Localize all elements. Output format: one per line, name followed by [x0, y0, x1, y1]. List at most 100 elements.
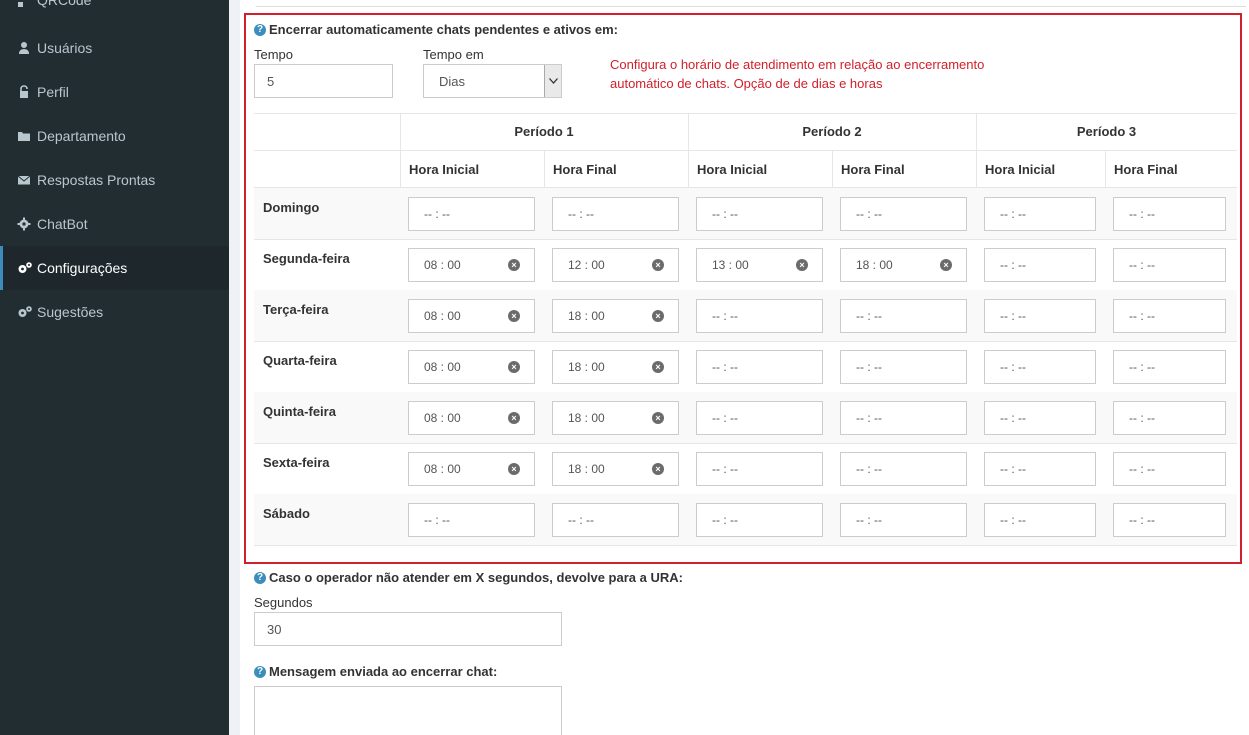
time-input[interactable]: 08 : 00 × [408, 248, 535, 282]
divider [400, 113, 401, 187]
close-message-textarea[interactable] [254, 686, 562, 735]
time-input[interactable]: -- : -- [984, 248, 1096, 282]
day-label: Quarta-feira [263, 353, 337, 368]
clear-icon[interactable]: × [508, 259, 520, 271]
time-input[interactable]: -- : -- [840, 401, 967, 435]
sidebar-item-label: Perfil [37, 84, 69, 100]
question-icon[interactable]: ? [254, 23, 266, 36]
question-icon[interactable]: ? [254, 571, 266, 584]
sidebar-item-label: QRCode [37, 0, 92, 8]
sidebar-item-usuarios[interactable]: Usuários [0, 26, 229, 70]
time-input[interactable]: -- : -- [1113, 248, 1226, 282]
chevron-down-icon[interactable] [544, 65, 561, 97]
sidebar-item-departamento[interactable]: Departamento [0, 114, 229, 158]
auto-close-title: ? Encerrar automaticamente chats pendent… [254, 22, 618, 37]
time-input[interactable]: 12 : 00 × [552, 248, 679, 282]
sidebar-item-label: Departamento [37, 128, 126, 144]
period-header: Período 3 [1076, 124, 1137, 139]
table-row: Quinta-feira 08 : 00 × 18 : 00 × -- : -- -- : … [254, 392, 1237, 443]
segundos-input[interactable]: 30 [254, 612, 562, 646]
qrcode-icon [17, 0, 31, 8]
time-input[interactable]: 08 : 00 × [408, 299, 535, 333]
clear-icon[interactable]: × [652, 259, 664, 271]
time-input[interactable]: -- : -- [552, 197, 679, 231]
time-column-header: Hora Inicial [985, 162, 1056, 177]
time-input[interactable]: 08 : 00 × [408, 350, 535, 384]
sidebar-item-configuracoes[interactable]: Configurações [0, 246, 229, 290]
day-label: Sexta-feira [263, 455, 330, 470]
time-input[interactable]: -- : -- [552, 503, 679, 537]
sidebar-item-label: Configurações [37, 260, 128, 276]
sidebar-item-label: Usuários [37, 40, 93, 56]
time-input[interactable]: 08 : 00 × [408, 401, 535, 435]
time-input[interactable]: -- : -- [1113, 299, 1226, 333]
annotation-note: Configura o horário de atendimento em re… [610, 57, 985, 91]
day-label: Segunda-feira [263, 251, 350, 266]
time-input[interactable]: -- : -- [984, 401, 1096, 435]
time-input[interactable]: -- : -- [1113, 452, 1226, 486]
time-input[interactable]: -- : -- [696, 503, 823, 537]
time-input[interactable]: -- : -- [696, 299, 823, 333]
segundos-label: Segundos [254, 595, 313, 610]
time-input[interactable]: -- : -- [1113, 401, 1226, 435]
period-header: Período 1 [514, 124, 574, 139]
time-input[interactable]: 18 : 00 × [840, 248, 967, 282]
clear-icon[interactable]: × [652, 310, 664, 322]
clear-icon[interactable]: × [508, 310, 520, 322]
time-input[interactable]: -- : -- [696, 350, 823, 384]
sidebar-item-label: Respostas Prontas [37, 172, 156, 188]
time-input[interactable]: -- : -- [984, 197, 1096, 231]
sidebar-item-label: ChatBot [37, 216, 88, 232]
divider [254, 545, 1237, 546]
time-input[interactable]: -- : -- [696, 401, 823, 435]
time-input[interactable]: -- : -- [696, 452, 823, 486]
time-column-header: Hora Final [841, 162, 905, 177]
time-input[interactable]: -- : -- [408, 503, 535, 537]
time-input[interactable]: 08 : 00 × [408, 452, 535, 486]
tempo-label: Tempo [254, 47, 294, 62]
time-input[interactable]: -- : -- [984, 350, 1096, 384]
time-input[interactable]: 18 : 00 × [552, 401, 679, 435]
time-input[interactable]: -- : -- [984, 452, 1096, 486]
question-icon[interactable]: ? [254, 665, 266, 678]
tempo-em-select[interactable]: Dias [423, 64, 562, 98]
clear-icon[interactable]: × [508, 412, 520, 424]
clear-icon[interactable]: × [796, 259, 808, 271]
time-input[interactable]: -- : -- [840, 452, 967, 486]
time-column-header: Hora Inicial [697, 162, 768, 177]
clear-icon[interactable]: × [652, 463, 664, 475]
time-input[interactable]: -- : -- [840, 299, 967, 333]
sidebar-item-respostas-prontas[interactable]: Respostas Prontas [0, 158, 229, 202]
time-input[interactable]: -- : -- [1113, 197, 1226, 231]
time-input[interactable]: -- : -- [696, 197, 823, 231]
time-input[interactable]: -- : -- [840, 350, 967, 384]
gear-icon [17, 217, 31, 231]
sidebar-item-chatbot[interactable]: ChatBot [0, 202, 229, 246]
time-input[interactable]: -- : -- [1113, 350, 1226, 384]
clear-icon[interactable]: × [652, 361, 664, 373]
time-input[interactable]: -- : -- [1113, 503, 1226, 537]
day-label: Sábado [263, 506, 310, 521]
divider [976, 113, 977, 187]
time-input[interactable]: 18 : 00 × [552, 452, 679, 486]
time-input[interactable]: -- : -- [984, 299, 1096, 333]
time-input[interactable]: -- : -- [408, 197, 535, 231]
divider [832, 150, 833, 187]
sidebar-item-qrcode[interactable]: QRCode [0, 0, 229, 8]
clear-icon[interactable]: × [940, 259, 952, 271]
clear-icon[interactable]: × [508, 361, 520, 373]
sidebar-item-perfil[interactable]: Perfil [0, 70, 229, 114]
time-input[interactable]: 13 : 00 × [696, 248, 823, 282]
sidebar-item-sugestoes[interactable]: Sugestões [0, 290, 229, 334]
time-input[interactable]: -- : -- [840, 197, 967, 231]
time-input[interactable]: 18 : 00 × [552, 350, 679, 384]
clear-icon[interactable]: × [652, 412, 664, 424]
clear-icon[interactable]: × [508, 463, 520, 475]
time-input[interactable]: 18 : 00 × [552, 299, 679, 333]
time-column-header: Hora Final [1114, 162, 1178, 177]
table-row: Quarta-feira 08 : 00 × 18 : 00 × -- : -- -- : … [254, 341, 1237, 392]
tempo-input[interactable]: 5 [254, 64, 393, 98]
time-input[interactable]: -- : -- [984, 503, 1096, 537]
main-content: ? Encerrar automaticamente chats pendent… [229, 0, 1249, 735]
time-input[interactable]: -- : -- [840, 503, 967, 537]
